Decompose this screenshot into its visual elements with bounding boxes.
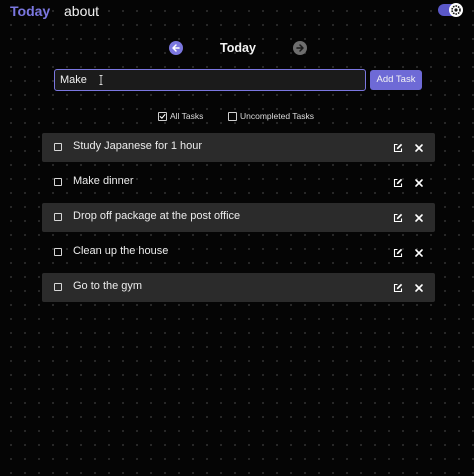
close-icon — [415, 179, 423, 187]
nav-link-today[interactable]: Today — [10, 3, 50, 19]
close-icon — [415, 144, 423, 152]
task-text: Clean up the house — [73, 245, 169, 257]
task-row: Drop off package at the post office — [42, 203, 435, 232]
close-icon — [415, 284, 423, 292]
filter-uncompleted-tasks-label: Uncompleted Tasks — [240, 111, 315, 121]
task-complete-checkbox[interactable] — [54, 213, 62, 221]
next-day-button[interactable] — [293, 41, 307, 55]
delete-task-button[interactable] — [414, 248, 424, 258]
task-text: Make dinner — [73, 175, 134, 187]
task-text: Drop off package at the post office — [73, 210, 241, 222]
close-icon — [415, 214, 423, 222]
task-list: Study Japanese for 1 hour Make dinner Dr… — [42, 133, 435, 308]
task-row: Make dinner — [42, 168, 435, 197]
theme-toggle[interactable] — [438, 3, 463, 17]
task-text: Go to the gym — [73, 280, 143, 292]
task-complete-checkbox[interactable] — [54, 178, 62, 186]
previous-day-button[interactable] — [169, 41, 183, 55]
pencil-icon — [393, 283, 403, 293]
edit-task-button[interactable] — [393, 178, 403, 188]
date-navigation: Today — [0, 38, 474, 60]
delete-task-button[interactable] — [414, 178, 424, 188]
pencil-icon — [393, 248, 403, 258]
task-row: Study Japanese for 1 hour — [42, 133, 435, 162]
edit-task-button[interactable] — [393, 143, 403, 153]
task-complete-checkbox[interactable] — [54, 143, 62, 151]
task-complete-checkbox[interactable] — [54, 248, 62, 256]
filter-all-tasks-label: All Tasks — [170, 111, 204, 121]
delete-task-button[interactable] — [414, 213, 424, 223]
gear-icon — [451, 5, 461, 15]
task-complete-checkbox[interactable] — [54, 283, 62, 291]
edit-task-button[interactable] — [393, 283, 403, 293]
task-row: Go to the gym — [42, 273, 435, 302]
filter-uncompleted-tasks-checkbox[interactable] — [228, 112, 237, 121]
delete-task-button[interactable] — [414, 143, 424, 153]
delete-task-button[interactable] — [414, 283, 424, 293]
checkmark-icon — [159, 114, 166, 119]
pencil-icon — [393, 143, 403, 153]
arrow-left-icon — [172, 44, 180, 52]
nav-link-about[interactable]: about — [64, 3, 99, 19]
add-task-button[interactable]: Add Task — [370, 70, 422, 90]
edit-task-button[interactable] — [393, 248, 403, 258]
task-row: Clean up the house — [42, 238, 435, 267]
task-text: Study Japanese for 1 hour — [73, 140, 203, 152]
arrow-right-icon — [296, 44, 304, 52]
theme-toggle-knob — [449, 3, 463, 17]
edit-task-button[interactable] — [393, 213, 403, 223]
top-nav: Today about — [0, 0, 474, 24]
text-cursor-icon — [99, 75, 103, 85]
pencil-icon — [393, 178, 403, 188]
filter-all-tasks-checkbox[interactable] — [158, 112, 167, 121]
date-title: Today — [220, 41, 256, 55]
close-icon — [415, 249, 423, 257]
pencil-icon — [393, 213, 403, 223]
